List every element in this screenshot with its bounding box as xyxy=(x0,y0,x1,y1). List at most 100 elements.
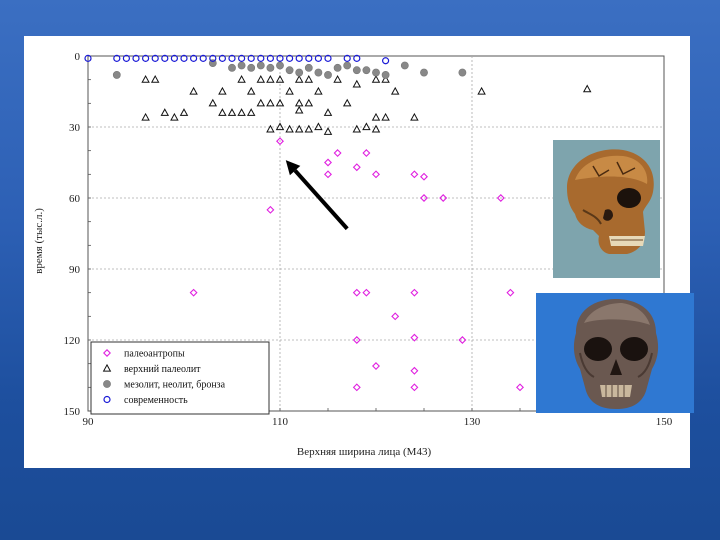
data-point xyxy=(458,68,467,77)
data-point xyxy=(372,68,380,77)
data-point xyxy=(372,362,380,371)
data-point xyxy=(352,383,361,392)
data-point xyxy=(382,57,390,65)
x-tick-label: 130 xyxy=(464,416,481,428)
data-point xyxy=(362,66,371,75)
data-point xyxy=(390,86,400,95)
data-point xyxy=(352,79,362,88)
data-point xyxy=(323,108,333,116)
data-point xyxy=(314,68,323,77)
data-point xyxy=(247,63,256,72)
data-point xyxy=(324,158,332,167)
data-point xyxy=(381,71,390,79)
data-point xyxy=(410,170,419,179)
legend: палеоантропы верхний палеолит мезолит, нео… xyxy=(90,341,270,415)
data-point xyxy=(410,112,419,121)
y-tick-label: 150 xyxy=(64,406,81,418)
legend-label: современность xyxy=(124,395,188,406)
data-point xyxy=(304,63,313,72)
data-point xyxy=(304,124,314,133)
data-point xyxy=(112,71,121,79)
data-point xyxy=(333,149,342,158)
data-point xyxy=(314,86,323,95)
data-point xyxy=(324,71,332,79)
data-point xyxy=(324,170,332,179)
x-tick-labels: 90 110 130 150 xyxy=(83,416,673,428)
data-point xyxy=(150,75,160,83)
legend-label: мезолит, неолит, бронза xyxy=(124,380,226,391)
data-point xyxy=(420,68,428,77)
data-point xyxy=(410,383,419,392)
data-point xyxy=(266,63,275,72)
data-point xyxy=(256,61,265,70)
data-point xyxy=(266,205,275,214)
arrow-shaft xyxy=(293,169,349,231)
data-point xyxy=(227,108,237,116)
data-point xyxy=(477,86,486,95)
skull-photo-side xyxy=(553,140,660,278)
data-point xyxy=(362,122,371,131)
data-point xyxy=(294,98,304,107)
series-3 xyxy=(84,54,390,65)
data-point xyxy=(179,108,189,116)
data-point xyxy=(314,122,323,131)
data-point xyxy=(410,366,419,375)
data-point xyxy=(333,75,342,83)
data-point xyxy=(362,149,371,158)
data-point xyxy=(237,108,246,116)
x-tick-label: 150 xyxy=(656,416,673,428)
data-point xyxy=(295,68,304,77)
data-point xyxy=(266,75,275,83)
data-point xyxy=(285,124,294,133)
data-point xyxy=(333,63,342,72)
data-point xyxy=(371,75,381,83)
y-tick-label: 60 xyxy=(69,193,81,205)
data-point xyxy=(400,61,409,70)
data-point xyxy=(141,75,150,83)
y-tick-labels: 0 30 60 90 120 150 xyxy=(64,51,81,418)
data-point xyxy=(371,112,381,121)
data-point xyxy=(246,108,256,116)
data-point xyxy=(381,112,390,121)
data-point xyxy=(246,86,256,95)
data-point xyxy=(294,75,304,83)
data-point xyxy=(189,86,198,95)
data-point xyxy=(256,75,266,83)
data-point xyxy=(323,127,333,135)
data-point xyxy=(266,98,275,107)
y-axis-label: время (тыс.л.) xyxy=(33,208,45,274)
data-point xyxy=(208,98,218,107)
data-point xyxy=(160,108,170,116)
chart-panel: 90 110 130 150 0 30 60 90 120 150 Верхняя ширина… xyxy=(24,36,694,468)
series-2 xyxy=(112,59,467,79)
data-point xyxy=(189,288,198,297)
data-point xyxy=(420,172,428,181)
data-point xyxy=(342,98,352,107)
data-point xyxy=(410,288,419,297)
data-point xyxy=(237,61,246,70)
skull-photo-front xyxy=(536,293,694,413)
data-point xyxy=(391,312,400,321)
annotation-arrow xyxy=(285,160,349,231)
x-axis-label: Верхняя ширина лица (М43) xyxy=(297,446,432,458)
series-1 xyxy=(141,75,592,135)
data-point xyxy=(276,61,284,70)
data-point xyxy=(582,84,592,93)
data-point xyxy=(352,66,361,75)
skull-side-image xyxy=(553,140,660,278)
data-point xyxy=(218,108,227,116)
data-point xyxy=(256,98,266,107)
data-point xyxy=(506,288,515,297)
legend-label: палеоантропы xyxy=(124,349,185,360)
x-tick-label: 110 xyxy=(272,416,289,428)
data-point xyxy=(372,170,380,179)
data-point xyxy=(516,383,524,392)
skull-front-image xyxy=(536,293,694,413)
data-point xyxy=(237,75,246,83)
data-point xyxy=(352,124,362,133)
data-point xyxy=(304,98,314,107)
data-point xyxy=(362,288,371,297)
data-point xyxy=(141,112,150,121)
data-point xyxy=(352,163,361,172)
data-point xyxy=(304,75,314,83)
